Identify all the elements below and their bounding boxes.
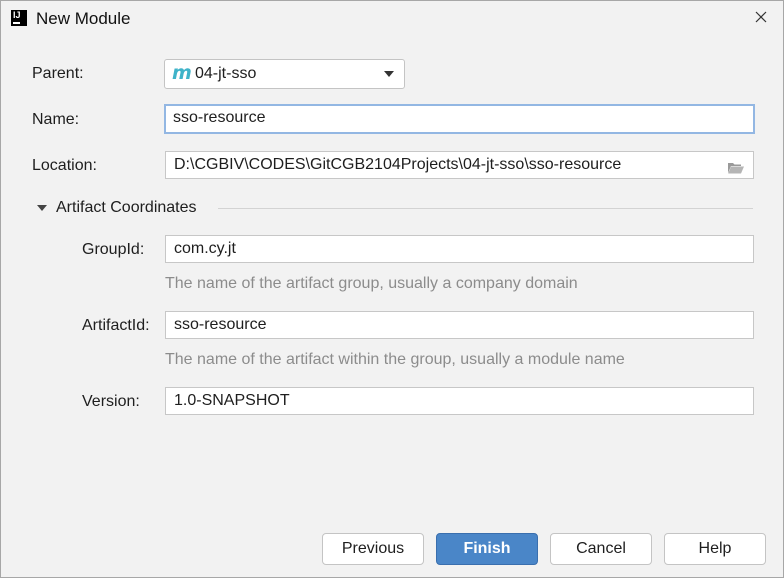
- cancel-button[interactable]: Cancel: [550, 533, 652, 565]
- location-label: Location:: [32, 157, 97, 174]
- version-input[interactable]: 1.0-SNAPSHOT: [165, 387, 754, 415]
- maven-module-icon: m: [172, 62, 192, 84]
- parent-label: Parent:: [32, 65, 84, 82]
- collapse-arrow-icon[interactable]: [37, 205, 47, 211]
- previous-button[interactable]: Previous: [322, 533, 424, 565]
- location-input[interactable]: D:\CGBIV\CODES\GitCGB2104Projects\04-jt-…: [165, 151, 754, 179]
- intellij-logo-icon: IJ: [11, 10, 27, 26]
- location-value: D:\CGBIV\CODES\GitCGB2104Projects\04-jt-…: [174, 156, 622, 173]
- chevron-down-icon: [384, 71, 394, 77]
- group-id-label: GroupId:: [82, 241, 145, 258]
- name-label: Name:: [32, 111, 80, 128]
- group-id-input[interactable]: com.cy.jt: [165, 235, 754, 263]
- artifact-id-label: ArtifactId:: [82, 317, 150, 334]
- parent-dropdown[interactable]: m 04-jt-sso: [164, 59, 405, 89]
- help-button[interactable]: Help: [664, 533, 766, 565]
- artifact-id-input[interactable]: sso-resource: [165, 311, 754, 339]
- group-id-hint: The name of the artifact group, usually …: [165, 275, 578, 292]
- artifact-id-hint: The name of the artifact within the grou…: [165, 351, 625, 368]
- window-title: New Module: [36, 9, 131, 28]
- folder-icon[interactable]: [727, 158, 745, 174]
- version-label: Version:: [82, 393, 140, 410]
- title-bar: IJ New Module: [1, 1, 783, 35]
- name-input[interactable]: sso-resource: [164, 104, 755, 134]
- artifact-coordinates-title[interactable]: Artifact Coordinates: [56, 199, 197, 217]
- close-icon[interactable]: [751, 7, 771, 27]
- new-module-dialog: IJ New Module Parent: m 04-jt-sso Name: …: [0, 0, 784, 578]
- section-divider: [218, 208, 753, 209]
- parent-selected-value: 04-jt-sso: [195, 65, 257, 82]
- finish-button[interactable]: Finish: [436, 533, 538, 565]
